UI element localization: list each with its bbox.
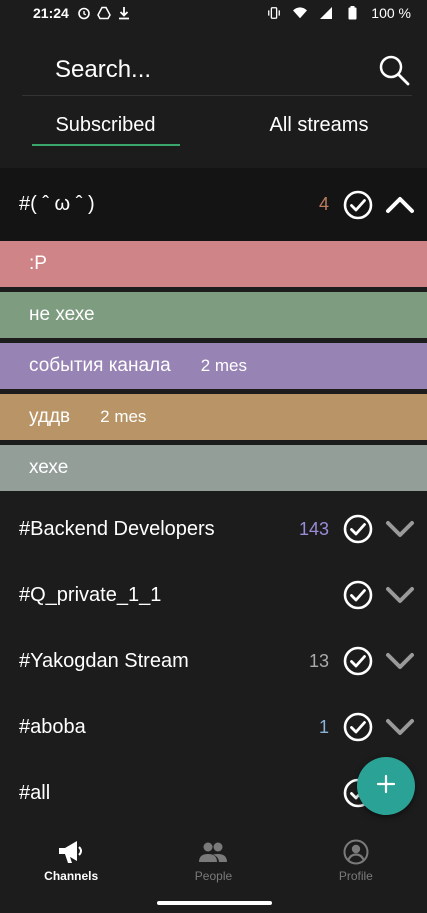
- stream-name: #( ˆ ω ˆ ): [19, 193, 95, 215]
- tab-subscribed[interactable]: Subscribed: [0, 106, 211, 156]
- topic-name: уддв: [29, 406, 71, 427]
- chevron-down-icon[interactable]: [385, 712, 415, 742]
- tab-all-streams[interactable]: All streams: [211, 106, 427, 156]
- nav-label: People: [194, 869, 233, 883]
- create-stream-button[interactable]: [357, 757, 415, 815]
- header: Subscribed All streams: [0, 26, 427, 168]
- stream-row[interactable]: #Q_private_1_1: [0, 562, 427, 628]
- vibrate-icon: [267, 6, 281, 20]
- unread-count: 1: [318, 716, 329, 737]
- unread-count: 4: [318, 194, 329, 214]
- stream-name: #Backend Developers: [19, 517, 215, 540]
- tab-label: Subscribed: [55, 114, 156, 136]
- battery-icon: [345, 6, 359, 20]
- nav-profile[interactable]: Profile: [285, 831, 427, 891]
- topic-name: события канала: [29, 355, 171, 376]
- tab-indicator: [32, 144, 180, 146]
- alarm-icon: [77, 6, 91, 20]
- subscribed-check-icon[interactable]: [343, 646, 373, 676]
- search-input[interactable]: [55, 50, 355, 90]
- battery-level: 100 %: [371, 5, 411, 21]
- unread-count: 13: [308, 650, 329, 671]
- plus-icon: [375, 773, 397, 800]
- gesture-area: [0, 891, 427, 913]
- subscribed-check-icon[interactable]: [343, 190, 373, 220]
- signal-icon: [319, 6, 333, 20]
- subscribed-check-icon[interactable]: [343, 712, 373, 742]
- wifi-icon: [293, 6, 308, 20]
- stream-name: #all: [19, 781, 51, 804]
- topic-name: не хехе: [29, 304, 95, 325]
- bottom-nav: Channels People Profile: [0, 831, 427, 891]
- drive-icon: [96, 6, 111, 20]
- topic-message-count: 2 mes: [200, 356, 248, 375]
- download-icon: [117, 6, 131, 20]
- subscribed-check-icon[interactable]: [343, 514, 373, 544]
- subscribed-check-icon[interactable]: [343, 580, 373, 610]
- topic-row[interactable]: :P: [0, 241, 427, 287]
- topic-row[interactable]: хехе: [0, 445, 427, 491]
- stream-row[interactable]: #( ˆ ω ˆ ) 4: [0, 168, 427, 241]
- topic-row[interactable]: события канала 2 mes: [0, 343, 427, 389]
- people-icon: [199, 839, 228, 865]
- stream-list[interactable]: #( ˆ ω ˆ ) 4:P не хехе события канала 2 mes у…: [0, 168, 427, 831]
- nav-label: Profile: [338, 869, 373, 883]
- chevron-down-icon[interactable]: [385, 646, 415, 676]
- stream-name: #Q_private_1_1: [19, 583, 162, 606]
- gesture-handle[interactable]: [157, 901, 272, 905]
- chevron-down-icon[interactable]: [385, 514, 415, 544]
- search-bar: [22, 42, 412, 96]
- topic-message-count: 2 mes: [100, 407, 147, 426]
- topic-name: хехе: [29, 457, 69, 478]
- topic-row[interactable]: не хехе: [0, 292, 427, 338]
- chevron-down-icon[interactable]: [385, 580, 415, 610]
- unread-count: 143: [298, 518, 329, 539]
- nav-channels[interactable]: Channels: [0, 831, 142, 891]
- nav-label: Channels: [44, 869, 99, 883]
- status-time: 21:24: [33, 5, 69, 21]
- nav-people[interactable]: People: [142, 831, 284, 891]
- megaphone-icon: [57, 839, 85, 865]
- stream-row[interactable]: #Yakogdan Stream 13: [0, 628, 427, 694]
- tab-label: All streams: [269, 114, 369, 136]
- status-bar: 21:24 100 %: [0, 0, 427, 26]
- stream-row[interactable]: #Backend Developers 143: [0, 496, 427, 562]
- search-icon[interactable]: [376, 52, 412, 88]
- topic-row[interactable]: уддв 2 mes: [0, 394, 427, 440]
- stream-tabs: Subscribed All streams: [0, 106, 427, 156]
- stream-row[interactable]: #aboba 1: [0, 694, 427, 760]
- stream-name: #aboba: [19, 715, 86, 738]
- topic-name: :P: [29, 253, 47, 274]
- stream-name: #Yakogdan Stream: [19, 649, 189, 672]
- chevron-up-icon[interactable]: [385, 190, 415, 220]
- profile-icon: [342, 839, 370, 865]
